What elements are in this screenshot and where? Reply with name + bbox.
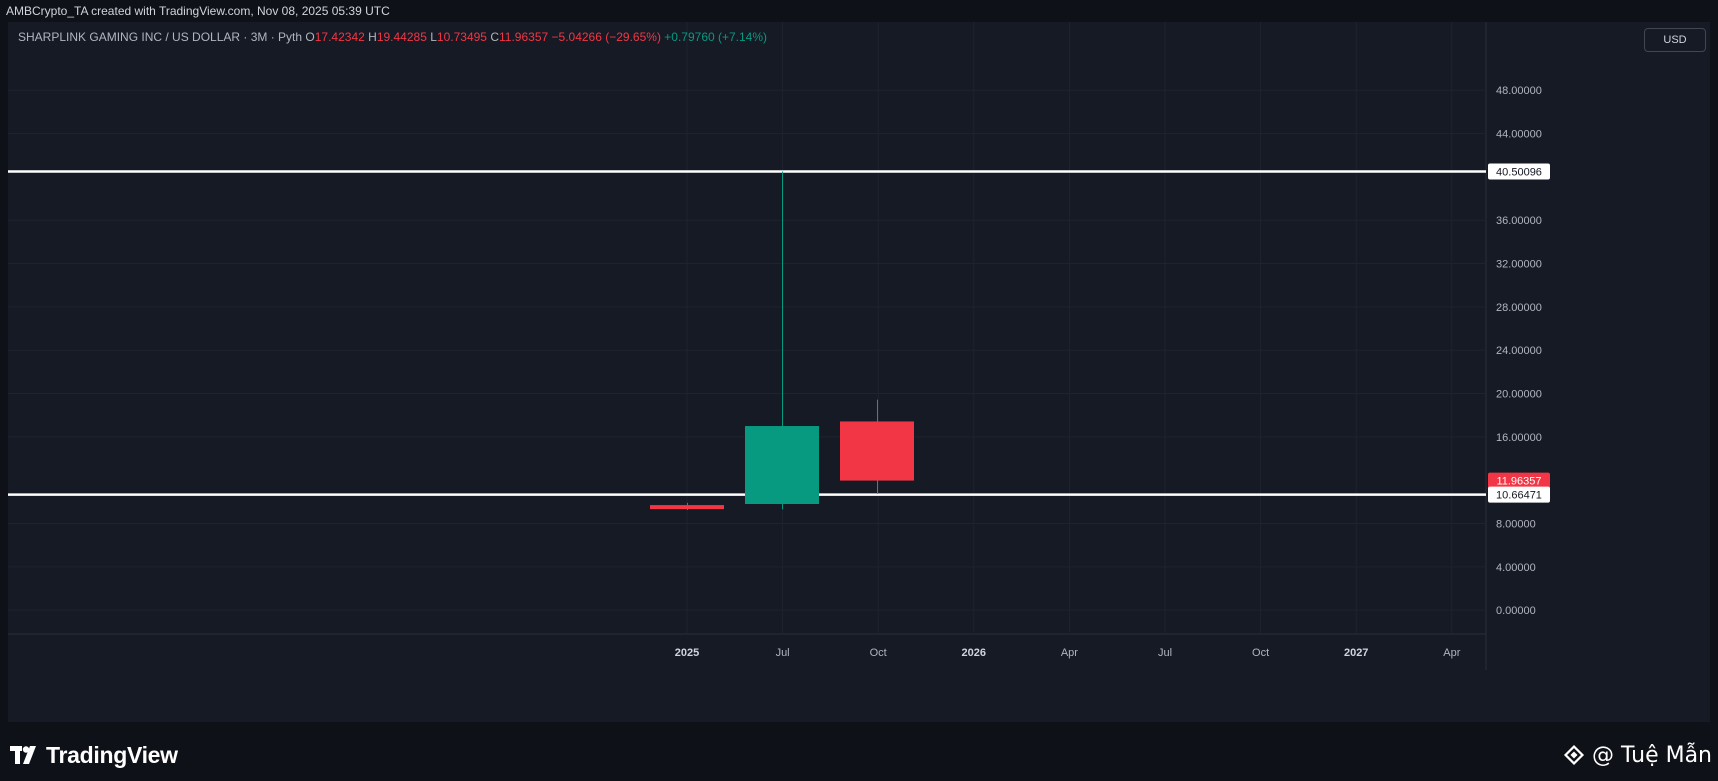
x-tick-label: Jul (1158, 647, 1172, 659)
y-tick-label: 28.00000 (1496, 302, 1542, 314)
author-name: @ Tuệ Mẫn (1592, 742, 1712, 768)
grid (8, 22, 1487, 670)
candles (650, 171, 914, 510)
y-tick-label: 4.00000 (1496, 562, 1536, 574)
candle (840, 399, 914, 494)
y-tick-label: 36.00000 (1496, 215, 1542, 227)
y-tick-label: 8.00000 (1496, 519, 1536, 531)
low-label: L (430, 30, 437, 44)
y-tick-label: 16.00000 (1496, 432, 1542, 444)
chart-panel[interactable]: 0.00000 4.00000 8.00000 16.00000 20.00000 24.… (8, 22, 1710, 722)
author-tag: @ Tuệ Mẫn (1562, 742, 1712, 768)
high-value: 19.44285 (376, 30, 427, 44)
chart-caption: AMBCrypto_TA created with TradingView.co… (6, 4, 390, 18)
y-tick-label: 20.00000 (1496, 389, 1542, 401)
footer (0, 726, 1718, 781)
candle (650, 502, 724, 510)
high-label: H (368, 30, 377, 44)
x-tick-label: 2025 (675, 647, 699, 659)
level-tag-low-label: 10.66471 (1496, 490, 1542, 502)
symbol-name: SHARPLINK GAMING INC / US DOLLAR · 3M · … (18, 30, 303, 44)
tradingview-logo-icon (10, 746, 36, 764)
x-tick-label: Apr (1443, 647, 1460, 659)
x-tick-label: Jul (776, 647, 790, 659)
currency-button[interactable]: USD (1644, 28, 1706, 52)
tradingview-logo[interactable]: TradingView (10, 742, 178, 768)
close-value: 11.96357 (499, 30, 549, 44)
y-tick-label: 0.00000 (1496, 605, 1536, 617)
level-tag-high-label: 40.50096 (1496, 166, 1542, 178)
tradingview-brand: TradingView (46, 741, 178, 768)
x-tick-label: 2026 (962, 647, 986, 659)
level-tag-low: 10.66471 (1488, 486, 1550, 503)
close-label: C (490, 30, 499, 44)
price-chart[interactable]: 0.00000 4.00000 8.00000 16.00000 20.00000 24.… (8, 22, 1710, 722)
last-price-tag: 11.96357 (1488, 472, 1550, 489)
change-value: −5.04266 (−29.65%) (551, 30, 661, 44)
open-value: 17.42342 (314, 30, 365, 44)
candle (745, 171, 819, 510)
x-tick-label: Apr (1061, 647, 1078, 659)
y-tick-label: 24.00000 (1496, 345, 1542, 357)
diamond-logo-icon (1563, 744, 1585, 766)
x-tick-label: Oct (1252, 647, 1269, 659)
candle-body (745, 426, 819, 505)
last-price-tag-label: 11.96357 (1496, 476, 1541, 488)
x-tick-label: Oct (870, 647, 887, 659)
low-value: 10.73495 (436, 30, 487, 44)
open-label: O (305, 30, 315, 44)
symbol-legend: SHARPLINK GAMING INC / US DOLLAR · 3M · … (18, 29, 767, 45)
level-tag-high: 40.50096 (1488, 163, 1550, 180)
candle-body (840, 421, 914, 481)
candle-body (650, 505, 724, 510)
time-axis[interactable]: 2025 Jul Oct 2026 Apr Jul Oct 2027 Apr (675, 647, 1461, 659)
y-tick-label: 44.00000 (1496, 129, 1542, 141)
y-tick-label: 48.00000 (1496, 85, 1542, 97)
x-tick-label: 2027 (1344, 647, 1368, 659)
extra-change-value: +0.79760 (+7.14%) (664, 30, 768, 44)
y-tick-label: 32.00000 (1496, 259, 1542, 271)
